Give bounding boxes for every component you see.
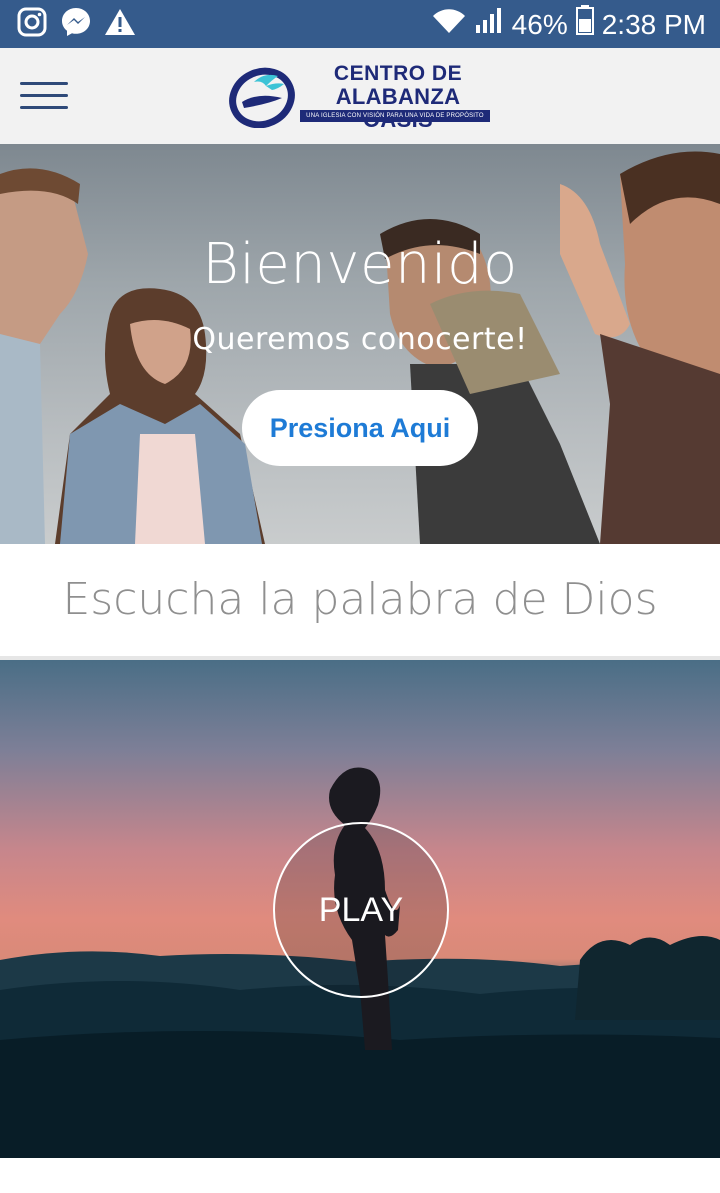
site-logo[interactable]: CENTRO DE ALABANZA OASIS UNA IGLESIA CON…	[228, 60, 496, 132]
hero-subtitle: Queremos conocerte!	[192, 322, 528, 357]
battery-icon	[575, 5, 594, 44]
app-header: CENTRO DE ALABANZA OASIS UNA IGLESIA CON…	[0, 48, 720, 145]
hero-banner: Bienvenido Queremos conocerte! Presiona …	[0, 144, 720, 544]
system-status: 46% 2:38 PM	[432, 5, 706, 44]
status-bar: 46% 2:38 PM	[0, 0, 720, 48]
page-footer-space	[0, 1158, 720, 1193]
messenger-icon	[60, 6, 92, 38]
warning-icon	[104, 6, 136, 38]
presiona-aqui-button[interactable]: Presiona Aqui	[242, 390, 478, 466]
hero-title: Bienvenido	[202, 232, 518, 297]
wifi-icon	[432, 7, 466, 43]
clock: 2:38 PM	[601, 8, 706, 40]
play-button[interactable]: PLAY	[273, 822, 449, 998]
instagram-icon	[16, 6, 48, 38]
hamburger-menu-icon[interactable]	[20, 82, 68, 110]
media-player-banner: PLAY	[0, 660, 720, 1158]
battery-percentage: 46%	[511, 8, 568, 40]
logo-line-2: ALABANZA OASIS	[335, 84, 461, 131]
section-title: Escucha la palabra de Dios	[62, 574, 658, 625]
logo-line-1: CENTRO DE	[333, 62, 463, 85]
oasis-logo-icon	[228, 62, 300, 129]
notification-icons	[16, 6, 136, 38]
logo-tagline: UNA IGLESIA CON VISIÓN PARA UNA VIDA DE …	[300, 110, 490, 122]
section-header: Escucha la palabra de Dios	[0, 544, 720, 660]
signal-icon	[474, 5, 504, 44]
